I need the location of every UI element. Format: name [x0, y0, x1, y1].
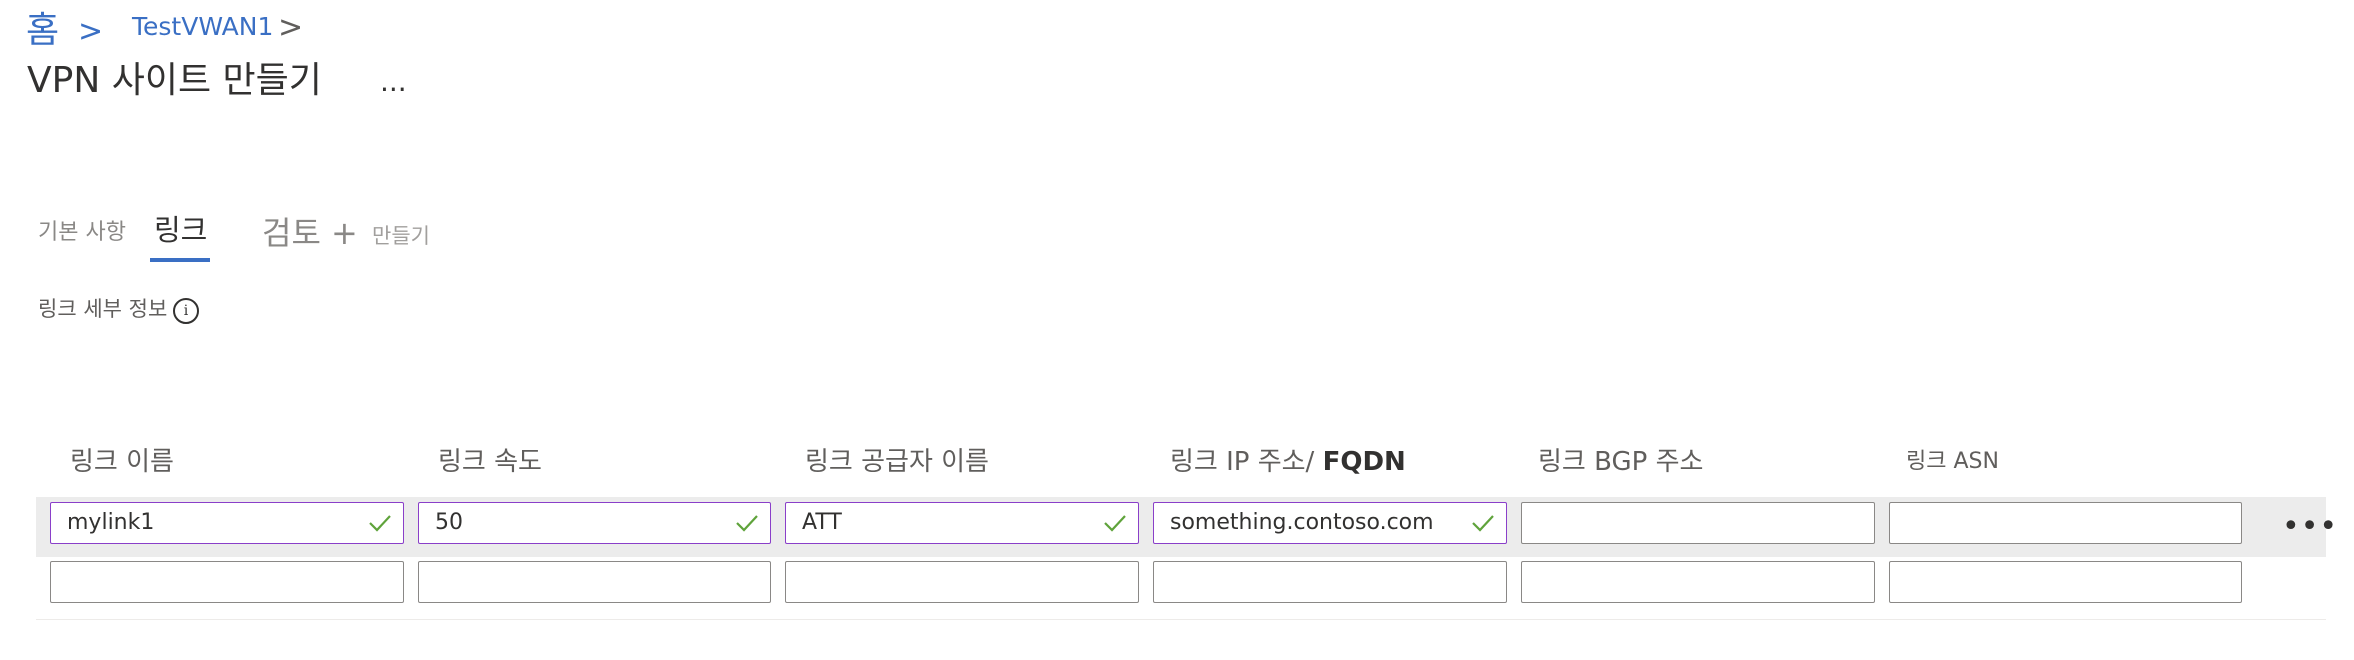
- link-speed-input[interactable]: [418, 561, 771, 603]
- column-header-ip-fqdn: FQDN: [1322, 447, 1406, 477]
- link-speed-value: 50: [435, 510, 463, 535]
- page-title: VPN 사이트 만들기: [27, 60, 322, 101]
- column-header-speed: 링크 속도: [438, 447, 542, 477]
- column-header-name: 링크 이름: [70, 447, 174, 477]
- column-header-bgp: 링크 BGP 주소: [1538, 447, 1704, 477]
- breadcrumb-testvwan1[interactable]: TestVWAN1: [132, 10, 273, 44]
- check-icon: [1472, 515, 1494, 532]
- chevron-right-icon: >: [278, 10, 304, 45]
- link-bgp-input[interactable]: [1521, 561, 1875, 603]
- link-asn-input[interactable]: [1889, 502, 2242, 544]
- check-icon: [1104, 515, 1126, 532]
- tab-review[interactable]: 검토 +: [262, 215, 358, 251]
- tab-links[interactable]: 링크: [154, 212, 207, 248]
- check-icon: [736, 515, 758, 532]
- link-ip-value: something.contoso.com: [1170, 510, 1434, 535]
- breadcrumb-separator: >: [78, 14, 104, 49]
- link-ip-input[interactable]: [1153, 561, 1507, 603]
- link-name-input[interactable]: mylink1: [50, 502, 404, 544]
- link-speed-input[interactable]: 50: [418, 502, 771, 544]
- link-name-value: mylink1: [67, 510, 155, 535]
- info-icon[interactable]: i: [173, 298, 199, 324]
- breadcrumb-home[interactable]: 홈: [26, 6, 59, 56]
- active-tab-indicator: [150, 258, 210, 262]
- tab-create[interactable]: 만들기: [372, 218, 430, 254]
- link-ip-input[interactable]: something.contoso.com: [1153, 502, 1507, 544]
- section-label: 링크 세부 정보: [38, 297, 168, 321]
- link-provider-input[interactable]: [785, 561, 1139, 603]
- column-header-ip-label: 링크 IP 주소/: [1170, 447, 1323, 477]
- column-header-provider: 링크 공급자 이름: [805, 447, 989, 477]
- check-icon: [369, 515, 391, 532]
- more-options-button[interactable]: ...: [380, 64, 407, 100]
- column-header-asn: 링크 ASN: [1906, 449, 1999, 474]
- table-bottom-divider: [36, 619, 2326, 620]
- link-asn-input[interactable]: [1889, 561, 2242, 603]
- link-name-input[interactable]: [50, 561, 404, 603]
- more-icon[interactable]: •••: [2282, 512, 2338, 542]
- tab-basics[interactable]: 기본 사항: [38, 215, 126, 251]
- column-header-ip: 링크 IP 주소/ FQDN: [1170, 444, 1406, 480]
- link-provider-input[interactable]: ATT: [785, 502, 1139, 544]
- link-bgp-input[interactable]: [1521, 502, 1875, 544]
- link-provider-value: ATT: [802, 510, 842, 535]
